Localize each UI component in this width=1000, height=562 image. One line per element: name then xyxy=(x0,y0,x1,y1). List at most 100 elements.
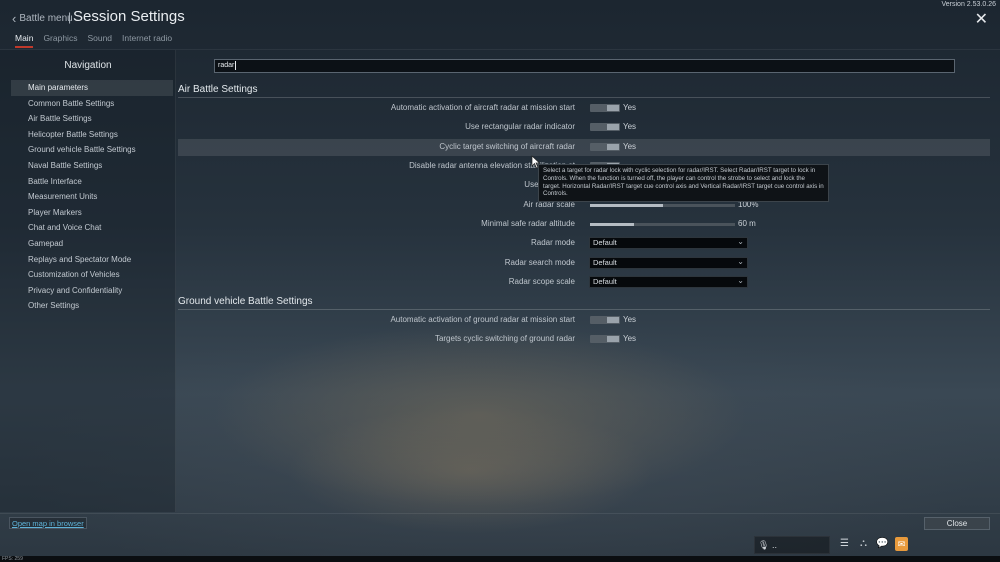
toggle-value: Yes xyxy=(623,315,637,324)
nav-item-air-battle-settings[interactable]: Air Battle Settings xyxy=(11,111,173,127)
fps-counter: FPS: 259 xyxy=(2,556,23,562)
radar-scale-slider[interactable] xyxy=(590,204,735,207)
toggle-value: Yes xyxy=(623,334,637,343)
toggle-knob xyxy=(607,317,619,323)
section-divider-ground xyxy=(178,309,990,310)
nav-item-measurement-units[interactable]: Measurement Units xyxy=(11,189,173,205)
footer-divider xyxy=(0,513,1000,514)
tab-sound[interactable]: Sound xyxy=(87,33,112,48)
toggle-switch[interactable] xyxy=(590,335,620,343)
mail-icon[interactable]: ✉ xyxy=(895,537,908,551)
setting-tooltip: Select a target for radar lock with cycl… xyxy=(538,164,829,202)
nav-item-replays-and-spectator-mode[interactable]: Replays and Spectator Mode xyxy=(11,252,173,268)
setting-label: Radar scope scale xyxy=(508,277,575,286)
chat-icon[interactable]: 💬 xyxy=(876,537,889,551)
setting-label: Automatic activation of ground radar at … xyxy=(390,315,575,324)
setting-label: Cyclic target switching of aircraft rada… xyxy=(439,142,575,151)
setting-row-radar-search-mode[interactable]: Radar search mode Default ⌄ xyxy=(178,255,990,272)
toggle-knob xyxy=(607,105,619,111)
tab-bar: Main Graphics Sound Internet radio xyxy=(15,33,182,48)
page-title: Session Settings xyxy=(73,8,185,25)
list-icon[interactable]: ☰ xyxy=(838,537,851,551)
nav-item-privacy-and-confidentiality[interactable]: Privacy and Confidentiality xyxy=(11,283,173,299)
toggle-switch[interactable] xyxy=(590,316,620,324)
select-value: Default xyxy=(593,238,617,247)
nav-item-customization-of-vehicles[interactable]: Customization of Vehicles xyxy=(11,267,173,283)
footer-strip xyxy=(0,556,1000,562)
toggle-knob xyxy=(607,144,619,150)
setting-row-ground-cyclic-switching[interactable]: Targets cyclic switching of ground radar… xyxy=(178,331,990,348)
radar-scope-scale-select[interactable]: Default ⌄ xyxy=(589,276,748,288)
setting-label: Minimal safe radar altitude xyxy=(481,219,575,228)
top-bar: ‹ Battle menu | Session Settings Version… xyxy=(0,0,1000,48)
search-value: radar xyxy=(218,62,235,69)
toggle-value: Yes xyxy=(623,142,637,151)
version-label: Version 2.53.0.26 xyxy=(941,1,997,8)
toggle-value: Yes xyxy=(623,103,637,112)
chevron-left-icon: ‹ xyxy=(12,11,17,26)
radar-mode-select[interactable]: Default ⌄ xyxy=(589,237,748,249)
close-icon[interactable]: ✕ xyxy=(975,9,988,29)
title-separator: | xyxy=(68,10,72,24)
setting-row-radar-scope-scale[interactable]: Radar scope scale Default ⌄ xyxy=(178,274,990,291)
nav-item-naval-battle-settings[interactable]: Naval Battle Settings xyxy=(11,158,173,174)
nav-item-player-markers[interactable]: Player Markers xyxy=(11,205,173,221)
nav-item-battle-interface[interactable]: Battle Interface xyxy=(11,174,173,190)
chevron-down-icon: ⌄ xyxy=(737,237,744,246)
squad-icon[interactable]: ⛬ xyxy=(857,537,870,551)
tab-internet-radio[interactable]: Internet radio xyxy=(122,33,172,48)
select-value: Default xyxy=(593,258,617,267)
chevron-down-icon: ⌄ xyxy=(737,257,744,266)
tab-main[interactable]: Main xyxy=(15,33,34,48)
setting-label: Targets cyclic switching of ground radar xyxy=(434,334,575,343)
navigation-title: Navigation xyxy=(64,60,112,71)
microphone-icon: 🎙 xyxy=(758,540,770,550)
open-map-in-browser-link[interactable]: Open map in browser xyxy=(9,517,87,529)
radar-search-mode-select[interactable]: Default ⌄ xyxy=(589,257,748,269)
voice-chat-label: .. xyxy=(771,540,777,550)
cursor-icon xyxy=(531,155,541,169)
nav-item-other-settings[interactable]: Other Settings xyxy=(11,298,173,314)
toggle-knob xyxy=(607,336,619,342)
toggle-switch[interactable] xyxy=(590,123,620,131)
setting-row-auto-ground-radar[interactable]: Automatic activation of ground radar at … xyxy=(178,312,990,329)
setting-row-auto-aircraft-radar[interactable]: Automatic activation of aircraft radar a… xyxy=(178,100,990,117)
setting-label: Radar mode xyxy=(530,238,575,247)
text-caret xyxy=(235,60,237,70)
setting-row-radar-mode[interactable]: Radar mode Default ⌄ xyxy=(178,235,990,252)
section-title-ground: Ground vehicle Battle Settings xyxy=(178,296,313,307)
section-title-air: Air Battle Settings xyxy=(178,84,258,95)
section-divider-air xyxy=(178,97,990,98)
setting-label: Use rectangular radar indicator xyxy=(465,122,575,131)
setting-row-minimal-safe-altitude[interactable]: Minimal safe radar altitude 60 m xyxy=(178,216,990,233)
altitude-slider[interactable] xyxy=(590,223,735,226)
toggle-knob xyxy=(607,124,619,130)
select-value: Default xyxy=(593,277,617,286)
settings-search-input[interactable]: radar xyxy=(214,59,955,73)
navigation-list: Main parameters Common Battle Settings A… xyxy=(11,80,173,314)
voice-chat-widget[interactable]: 🎙 .. xyxy=(754,536,830,554)
slider-fill xyxy=(590,223,634,226)
setting-row-rectangular-radar[interactable]: Use rectangular radar indicator Yes xyxy=(178,119,990,136)
back-label: Battle menu xyxy=(19,13,73,24)
nav-item-gamepad[interactable]: Gamepad xyxy=(11,236,173,252)
nav-item-helicopter-battle-settings[interactable]: Helicopter Battle Settings xyxy=(11,127,173,143)
setting-label: Radar search mode xyxy=(504,258,575,267)
toggle-switch[interactable] xyxy=(590,104,620,112)
close-button[interactable]: Close xyxy=(924,517,990,530)
slider-value: 60 m xyxy=(738,219,756,228)
slider-fill xyxy=(590,204,663,207)
tab-graphics[interactable]: Graphics xyxy=(43,33,77,48)
navigation-panel: Navigation Main parameters Common Battle… xyxy=(0,50,176,512)
setting-label: Automatic activation of aircraft radar a… xyxy=(390,103,575,112)
nav-item-main-parameters[interactable]: Main parameters xyxy=(11,80,173,96)
chevron-down-icon: ⌄ xyxy=(737,276,744,285)
back-to-battle-menu-button[interactable]: ‹ Battle menu xyxy=(12,11,73,26)
toggle-value: Yes xyxy=(623,122,637,131)
status-icons: ☰ ⛬ 💬 ✉ xyxy=(838,537,908,551)
toggle-switch[interactable] xyxy=(590,143,620,151)
nav-item-common-battle-settings[interactable]: Common Battle Settings xyxy=(11,96,173,112)
nav-item-ground-vehicle-battle-settings[interactable]: Ground vehicle Battle Settings xyxy=(11,142,173,158)
nav-item-chat-and-voice-chat[interactable]: Chat and Voice Chat xyxy=(11,220,173,236)
setting-row-cyclic-target-switching[interactable]: Cyclic target switching of aircraft rada… xyxy=(178,139,990,156)
